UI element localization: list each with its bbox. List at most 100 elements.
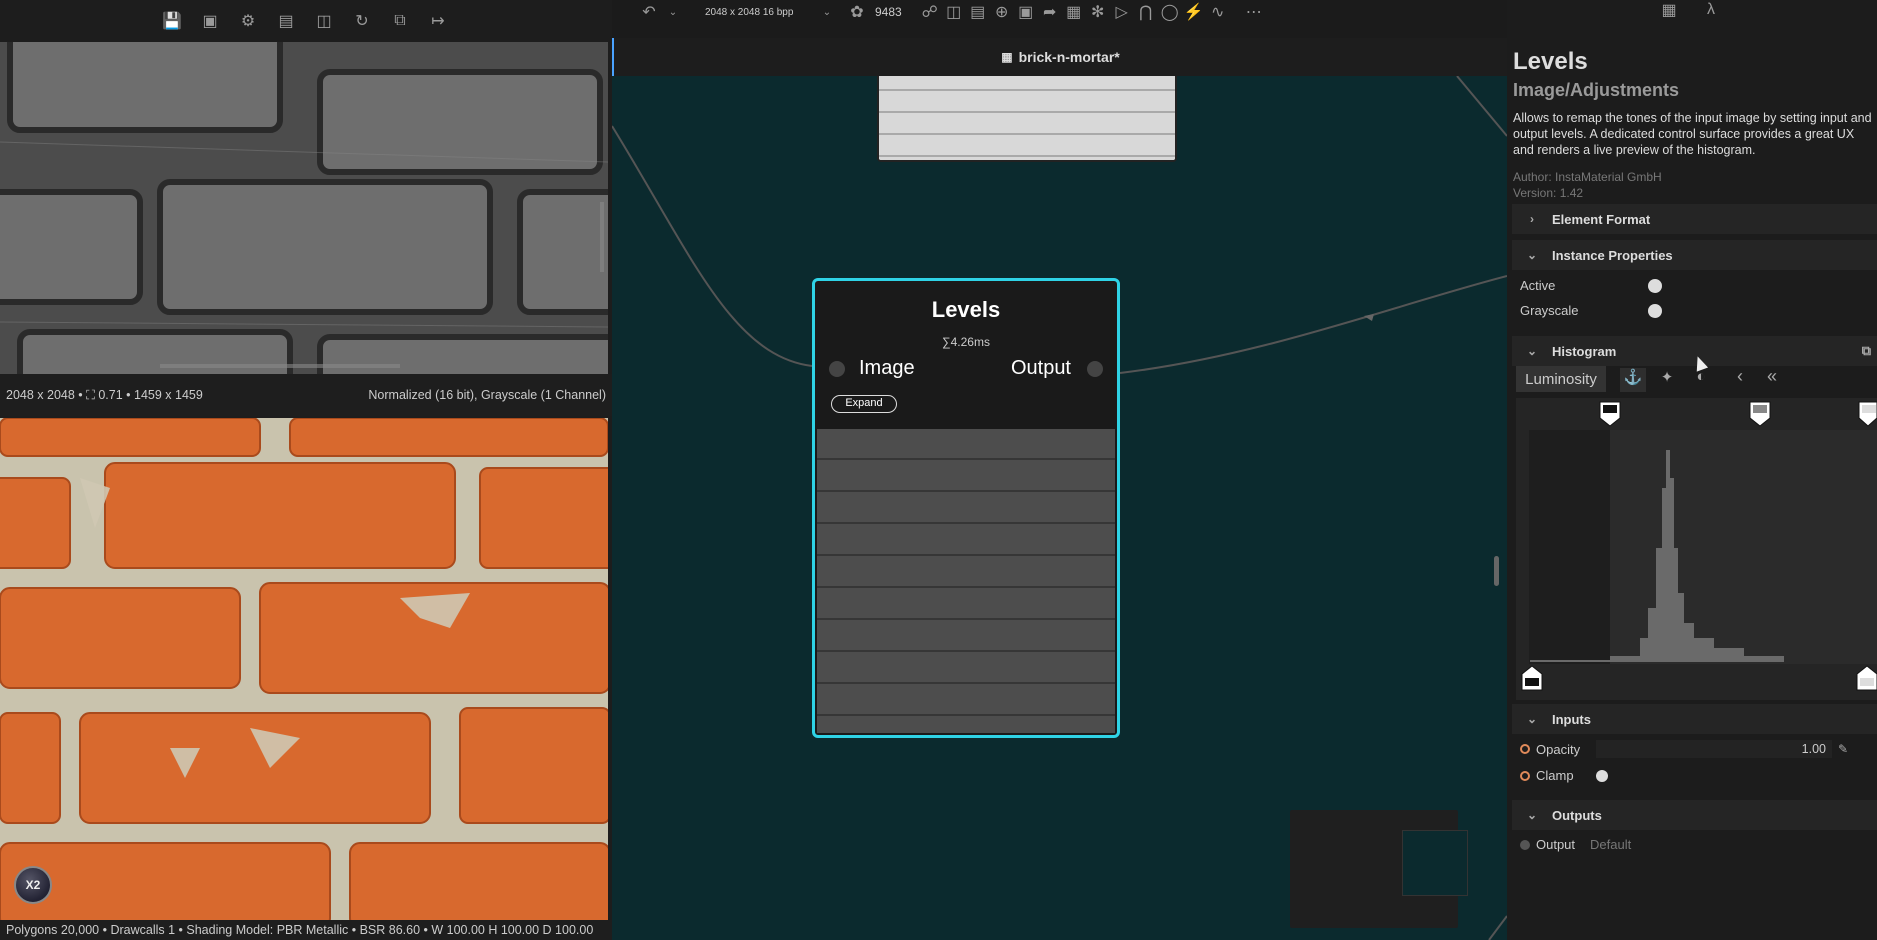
unlock-icon[interactable]: ◯ [1158,0,1182,24]
section-label: Instance Properties [1552,247,1673,263]
channel-select[interactable]: Luminosity [1516,366,1606,392]
graph-icon[interactable]: ☍ [918,0,942,24]
histogram-panel[interactable] [1516,398,1877,700]
clamp-label: Clamp [1536,768,1574,783]
chevron-down-icon: ⌄ [1526,808,1538,822]
opacity-row: Opacity 1.00 ✎ [1520,740,1848,758]
share-icon[interactable]: ➦ [1038,0,1062,24]
contrast-icon[interactable]: ◐ [1688,368,1714,392]
edit-icon[interactable]: ✎ [1838,742,1848,756]
add-node-icon[interactable]: ⊕ [990,0,1014,24]
main-toolbar: ↶ ⌄ 2048 x 2048 16 bpp ⌄ ✿ 9483 ☍ ◫ ▤ ⊕ … [612,0,1507,24]
inspector-toolbar: ▦ λ [1657,0,1723,20]
input-label: Image [859,357,915,379]
inspector-title: Levels [1513,48,1588,75]
3d-material-preview[interactable] [0,418,608,920]
resolution-info: 2048 x 2048 • ⛶ 0.71 • 1459 x 1459 [6,387,203,402]
popout-icon[interactable]: ⧉ [1862,343,1871,359]
lightning-icon[interactable]: ⚡ [1182,0,1206,24]
section-label: Inputs [1552,711,1591,727]
node-timing: ∑4.26ms [942,335,990,349]
input-connector-icon[interactable] [1520,744,1530,754]
section-label: Outputs [1552,807,1602,823]
node-preview-image [817,429,1115,733]
save-icon[interactable]: ▣ [1014,0,1038,24]
seed-icon: ✿ [850,4,864,21]
image-icon[interactable]: ▤ [274,9,298,33]
section-inputs[interactable]: ⌄ Inputs [1512,704,1877,734]
grayscale-row: Grayscale [1520,303,1662,318]
chevron-left-icon[interactable]: ‹ [1730,366,1750,390]
terminal-icon[interactable]: ▷ [1110,0,1134,24]
double-chevron-left-icon[interactable]: « [1760,366,1784,390]
author-label: Author: InstaMaterial GmbH [1513,170,1662,184]
anchor-icon[interactable]: ⚓ [1620,368,1646,392]
viewer-panel: 💾 ▣ ⚙ ▤ ◫ ↻ ⧉ ↦ 2048 x 2048 • ⛶ 0.71 • 1… [0,0,612,940]
image-icon[interactable]: ▤ [966,0,990,24]
version-label: Version: 1.42 [1513,186,1584,200]
format-info: Normalized (16 bit), Grayscale (1 Channe… [368,388,606,402]
cube-icon[interactable]: ◫ [942,0,966,24]
seed-value[interactable]: 9483 [875,5,902,19]
more-icon[interactable]: ⋯ [1242,0,1266,24]
upstream-node-preview[interactable] [877,76,1177,162]
section-label: Histogram [1552,343,1617,359]
clamp-row: Clamp [1520,768,1608,783]
undo-icon[interactable]: ↶ [637,0,661,24]
node-graph-canvas[interactable]: Levels ∑4.26ms Image Output Expand [612,76,1507,940]
output-row: Output Default [1520,837,1631,852]
wave-icon[interactable]: ∿ [1206,0,1230,24]
chevron-down-icon[interactable]: ⌄ [815,0,839,24]
chevron-down-icon: ⌄ [1526,712,1538,726]
windows-icon[interactable]: ⧉ [388,9,412,33]
package-icon[interactable]: ▣ [198,9,222,33]
minimap-viewport[interactable] [1402,830,1468,896]
refresh-icon[interactable]: ↻ [350,9,374,33]
chevron-down-icon: ⌄ [1526,248,1538,262]
opacity-label: Opacity [1536,741,1581,757]
grayscale-preview[interactable] [0,42,608,374]
section-instance-properties[interactable]: ⌄ Instance Properties [1512,240,1877,270]
render-status-bar: Polygons 20,000 • Drawcalls 1 • Shading … [0,920,612,940]
output-socket[interactable] [1087,361,1103,377]
input-socket[interactable] [829,361,845,377]
auto-levels-icon[interactable]: ✦ [1654,368,1680,392]
branch-icon[interactable]: ⋂ [1134,0,1158,24]
graph-resize-handle[interactable] [1494,556,1499,586]
grayscale-toggle[interactable] [1648,303,1662,318]
chevron-down-icon[interactable]: ⌄ [661,0,685,24]
clamp-toggle[interactable] [1596,769,1608,782]
graph-tab-icon: ▦ [1001,50,1013,64]
viewer-logo: X2 [14,866,52,904]
levels-node[interactable]: Levels ∑4.26ms Image Output Expand [812,278,1120,738]
calculator-icon[interactable]: ▦ [1657,0,1681,22]
section-label: Element Format [1552,211,1651,227]
lambda-icon[interactable]: λ [1699,0,1723,22]
save-icon[interactable]: 💾 [160,9,184,33]
output-value: Default [1590,837,1632,852]
output-connector-icon[interactable] [1520,839,1530,850]
section-element-format[interactable]: › Element Format [1512,204,1877,234]
output-label: Output [1010,357,1071,379]
input-connector-icon[interactable] [1520,770,1530,781]
active-row: Active [1520,278,1662,293]
active-toggle[interactable] [1648,278,1662,293]
graph-tab-title: brick-n-mortar* [1018,49,1120,65]
node-title: Levels [931,297,1001,322]
chevron-down-icon: ⌄ [1526,344,1538,358]
section-outputs[interactable]: ⌄ Outputs [1512,800,1877,830]
graph-tab[interactable]: ▦ brick-n-mortar* [612,38,1507,76]
resolution-select[interactable]: 2048 x 2048 16 bpp [705,7,815,18]
exit-icon[interactable]: ↦ [426,9,450,33]
opacity-slider[interactable]: 1.00 [1596,740,1832,758]
calculator-icon[interactable]: ▦ [1062,0,1086,24]
viewer-info-bar: 2048 x 2048 • ⛶ 0.71 • 1459 x 1459 Norma… [0,374,612,416]
expand-button[interactable]: Expand [831,395,897,413]
gear-icon[interactable]: ⚙ [236,9,260,33]
network-icon[interactable]: ✻ [1086,0,1110,24]
cube-icon[interactable]: ◫ [312,9,336,33]
viewer-toolbar: 💾 ▣ ⚙ ▤ ◫ ↻ ⧉ ↦ [0,0,612,42]
inspector-description: Allows to remap the tones of the input i… [1513,111,1872,157]
chevron-right-icon: › [1530,212,1534,226]
graph-minimap[interactable] [1290,810,1468,928]
